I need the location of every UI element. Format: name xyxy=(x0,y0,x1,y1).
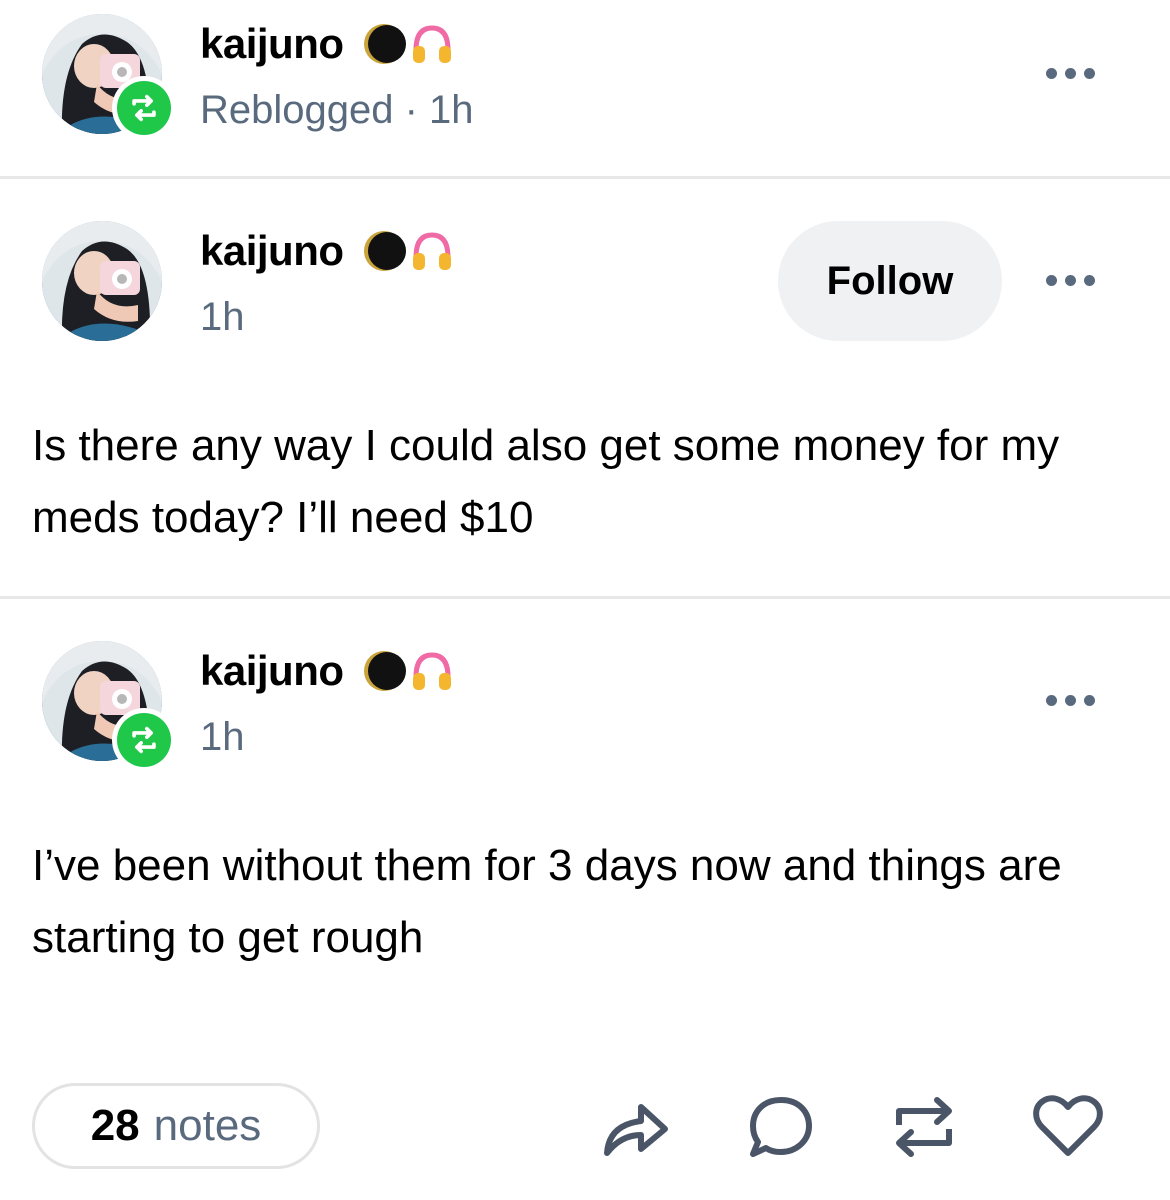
username[interactable]: kaijuno xyxy=(200,647,454,695)
dot-icon xyxy=(1065,275,1076,286)
username-emoji xyxy=(362,22,454,66)
post-time: 1h xyxy=(200,295,245,339)
reply-icon xyxy=(750,1097,812,1157)
notes-button[interactable]: 28 notes xyxy=(32,1083,320,1169)
reblog-badge xyxy=(112,76,176,140)
username-label: kaijuno xyxy=(200,647,344,694)
notes-label: notes xyxy=(153,1101,262,1150)
username[interactable]: kaijuno xyxy=(200,227,454,275)
like-button[interactable] xyxy=(1030,1092,1106,1162)
post-body: I’ve been without them for 3 days now an… xyxy=(32,841,1062,962)
dot-icon xyxy=(1065,695,1076,706)
post-time: 1h xyxy=(200,715,245,759)
notes-count: 28 xyxy=(90,1101,140,1150)
dot-icon xyxy=(1084,275,1095,286)
dot-icon xyxy=(1046,275,1057,286)
follow-button[interactable]: Follow xyxy=(778,221,1002,341)
more-options-button[interactable] xyxy=(1046,695,1095,706)
new-moon-icon xyxy=(363,24,406,64)
username-emoji xyxy=(362,229,454,273)
reply-button[interactable] xyxy=(743,1092,819,1162)
username-label: kaijuno xyxy=(200,227,344,274)
share-icon xyxy=(604,1104,668,1156)
divider xyxy=(0,596,1170,599)
dot-icon xyxy=(1084,695,1095,706)
reblog-icon xyxy=(896,1097,952,1157)
username[interactable]: kaijuno xyxy=(200,20,454,68)
divider xyxy=(0,176,1170,179)
reblog-icon xyxy=(132,726,156,754)
avatar[interactable] xyxy=(42,221,162,341)
dot-icon xyxy=(1065,68,1076,79)
username-label: kaijuno xyxy=(200,20,344,67)
dot-icon xyxy=(1046,695,1057,706)
dot-icon xyxy=(1046,68,1057,79)
new-moon-icon xyxy=(363,651,406,691)
headphones-icon xyxy=(412,25,451,63)
reblog-header: kaijuno Reblogged · 1h xyxy=(0,0,1170,178)
reblog-status: Reblogged · 1h xyxy=(200,88,474,132)
reblog-icon xyxy=(132,94,156,122)
more-options-button[interactable] xyxy=(1046,275,1095,286)
post-body: Is there any way I could also get some m… xyxy=(32,421,1060,542)
headphones-icon xyxy=(412,652,451,690)
dot-icon xyxy=(1084,68,1095,79)
more-options-button[interactable] xyxy=(1046,68,1095,79)
like-icon xyxy=(1033,1095,1103,1156)
reblog-button[interactable] xyxy=(886,1092,962,1162)
reblog-badge xyxy=(112,708,176,772)
username-emoji xyxy=(362,649,454,693)
new-moon-icon xyxy=(363,231,406,271)
headphones-icon xyxy=(412,232,451,270)
share-button[interactable] xyxy=(598,1092,674,1162)
